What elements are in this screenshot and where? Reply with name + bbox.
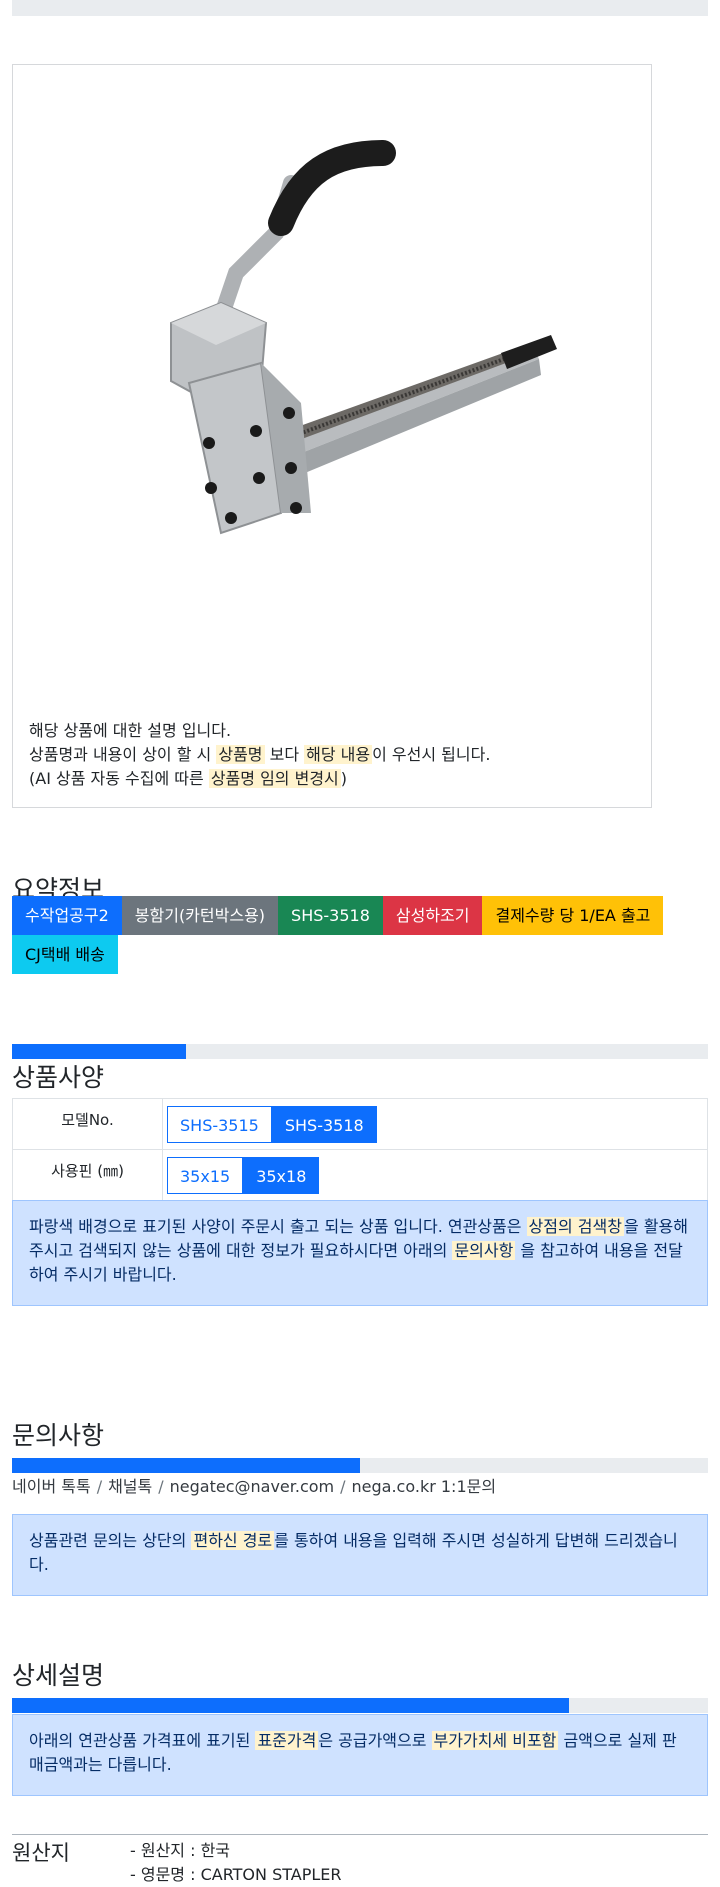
origin-item-english-name: - 영문명 : CARTON STAPLER bbox=[130, 1865, 342, 1884]
detail-progress-fill bbox=[12, 1698, 569, 1713]
notice-highlight-route: 편하신 경로 bbox=[191, 1531, 275, 1550]
desc-highlight-content: 해당 내용 bbox=[304, 745, 373, 764]
separator: / bbox=[96, 1477, 103, 1496]
option-shs-3515[interactable]: SHS-3515 bbox=[167, 1105, 272, 1143]
spec-label-pin: 사용핀 (㎜) bbox=[12, 1149, 163, 1201]
notice-text: 파랑색 배경으로 표기된 사양이 주문시 출고 되는 상품 입니다. 연관상품은 bbox=[29, 1217, 527, 1236]
origin-section: 원산지 - 원산지 : 한국 - 영문명 : CARTON STAPLER bbox=[12, 1834, 708, 1884]
option-35x15[interactable]: 35x15 bbox=[167, 1156, 244, 1194]
notice-highlight-inquiry: 문의사항 bbox=[452, 1241, 516, 1260]
badge-brand[interactable]: 삼성하조기 bbox=[382, 896, 483, 935]
detail-notice: 아래의 연관상품 가격표에 표기된 표준가격 은 공급가액으로 부가가치세 비포함… bbox=[12, 1714, 708, 1796]
detail-progress-bar bbox=[12, 1698, 708, 1713]
product-desc-line3: (AI 상품 자동 수집에 따른 상품명 임의 변경시) bbox=[29, 767, 490, 791]
notice-highlight-vat: 부가가치세 비포함 bbox=[431, 1731, 559, 1750]
product-card: 해당 상품에 대한 설명 입니다. 상품명과 내용이 상이 할 시 상품명 보다… bbox=[12, 64, 652, 808]
product-description: 해당 상품에 대한 설명 입니다. 상품명과 내용이 상이 할 시 상품명 보다… bbox=[29, 719, 490, 791]
product-desc-line1: 해당 상품에 대한 설명 입니다. bbox=[29, 721, 232, 740]
spec-label-model: 모델No. bbox=[12, 1098, 163, 1150]
notice-highlight-standard-price: 표준가격 bbox=[255, 1731, 319, 1750]
spec-row-model: 모델No. SHS-3515 SHS-3518 bbox=[12, 1098, 708, 1150]
product-image bbox=[170, 140, 557, 535]
badge-type[interactable]: 봉함기(카턴박스용) bbox=[121, 896, 279, 935]
desc-highlight-product-name: 상품명 bbox=[216, 745, 265, 764]
spec-options-model: SHS-3515 SHS-3518 bbox=[162, 1098, 708, 1150]
desc-text: (AI 상품 자동 수집에 따른 bbox=[29, 769, 209, 788]
desc-text: ) bbox=[340, 769, 348, 788]
spec-table: 모델No. SHS-3515 SHS-3518 사용핀 (㎜) 35x15 35… bbox=[12, 1098, 708, 1201]
option-35x18[interactable]: 35x18 bbox=[243, 1156, 320, 1194]
specs-progress-fill bbox=[12, 1044, 186, 1059]
specs-title: 상품사양 bbox=[12, 1063, 105, 1092]
contact-channel-talk[interactable]: 채널톡 bbox=[108, 1477, 152, 1496]
notice-highlight-search: 상점의 검색창 bbox=[526, 1217, 624, 1236]
desc-text: 상품명과 내용이 상이 할 시 bbox=[29, 745, 217, 764]
contact-site-inquiry[interactable]: nega.co.kr 1:1문의 bbox=[352, 1477, 497, 1496]
desc-text: 이 우선시 됩니다. bbox=[372, 745, 491, 764]
desc-highlight-name-change: 상품명 임의 변경시 bbox=[208, 769, 341, 788]
contact-naver-talk[interactable]: 네이버 톡톡 bbox=[12, 1477, 91, 1496]
badge-category[interactable]: 수작업공구2 bbox=[12, 896, 122, 935]
contact-channels: 네이버 톡톡 / 채널톡 / negatec@naver.com / nega.co.kr … bbox=[12, 1473, 496, 1497]
origin-title: 원산지 bbox=[12, 1841, 70, 1865]
spec-row-pin: 사용핀 (㎜) 35x15 35x18 bbox=[12, 1149, 708, 1201]
badge-quantity[interactable]: 결제수량 당 1/EA 출고 bbox=[482, 896, 664, 935]
origin-item-country: - 원산지 : 한국 bbox=[130, 1841, 231, 1860]
spec-options-pin: 35x15 35x18 bbox=[162, 1149, 708, 1201]
specs-progress-bar bbox=[12, 1044, 708, 1059]
product-desc-line2: 상품명과 내용이 상이 할 시 상품명 보다 해당 내용 이 우선시 됩니다. bbox=[29, 743, 490, 767]
specs-notice: 파랑색 배경으로 표기된 사양이 주문시 출고 되는 상품 입니다. 연관상품은… bbox=[12, 1200, 708, 1306]
contact-email[interactable]: negatec@naver.com bbox=[170, 1477, 334, 1496]
notice-text: 은 공급가액으로 bbox=[318, 1731, 432, 1750]
notice-text: 아래의 연관상품 가격표에 표기된 bbox=[29, 1731, 256, 1750]
separator: / bbox=[158, 1477, 164, 1496]
inquiry-notice: 상품관련 문의는 상단의 편하신 경로 를 통하여 내용을 입력해 주시면 성실하… bbox=[12, 1514, 708, 1596]
origin-list: - 원산지 : 한국 - 영문명 : CARTON STAPLER bbox=[130, 1839, 342, 1887]
inquiry-title: 문의사항 bbox=[12, 1421, 105, 1450]
top-bar bbox=[12, 0, 708, 16]
separator: / bbox=[340, 1477, 346, 1496]
desc-text: 보다 bbox=[264, 745, 305, 764]
detail-title: 상세설명 bbox=[12, 1661, 105, 1690]
summary-badges: 수작업공구2 봉함기(카턴박스용) SHS-3518 삼성하조기 결제수량 당 … bbox=[12, 896, 708, 974]
badge-shipping[interactable]: CJ택배 배송 bbox=[12, 935, 118, 974]
inquiry-progress-fill bbox=[12, 1458, 360, 1473]
inquiry-progress-bar bbox=[12, 1458, 708, 1473]
badge-model[interactable]: SHS-3518 bbox=[278, 896, 383, 935]
notice-text: 상품관련 문의는 상단의 bbox=[29, 1531, 192, 1550]
option-shs-3518[interactable]: SHS-3518 bbox=[271, 1105, 377, 1143]
